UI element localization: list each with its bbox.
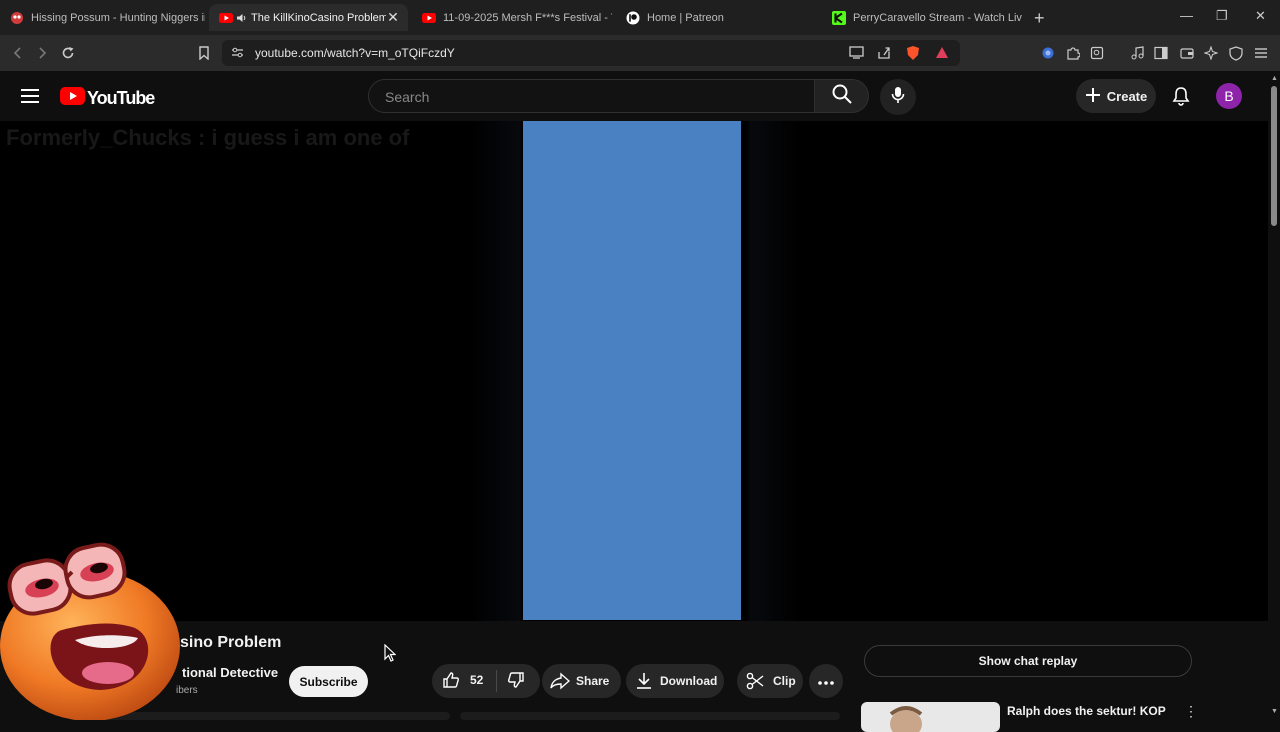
clip-button[interactable]: Clip	[737, 664, 803, 698]
browser-tab-3[interactable]: 11-09-2025 Mersh F***s Festival - Yo	[412, 4, 612, 31]
like-divider	[496, 670, 498, 692]
share-arrow-icon	[550, 672, 570, 690]
browser-tab-4[interactable]: Home | Patreon	[616, 4, 816, 31]
dislike-button[interactable]	[507, 671, 525, 692]
create-button[interactable]: Create	[1076, 79, 1156, 113]
reload-icon[interactable]	[60, 45, 76, 61]
search-button[interactable]	[815, 79, 869, 113]
scissors-icon	[746, 672, 764, 690]
youtube-favicon-icon	[219, 11, 233, 25]
youtube-logo[interactable]: YouTube	[60, 87, 155, 110]
recommended-video-title[interactable]: Ralph does the sektur! KOP	[1007, 704, 1166, 718]
tab-label: Hissing Possum - Hunting Niggers in	[31, 11, 205, 24]
share-page-icon[interactable]	[877, 46, 891, 65]
description-area-edge	[460, 712, 840, 720]
subscribe-button[interactable]: Subscribe	[289, 666, 368, 697]
youtube-play-logo-icon	[60, 87, 85, 110]
youtube-header: YouTube Create B	[0, 71, 1280, 121]
page-scrollbar[interactable]: ▲ ▼	[1268, 71, 1280, 720]
video-player[interactable]: Formerly_Chucks : i guess i am one of	[0, 121, 1268, 621]
voice-search-button[interactable]	[880, 79, 916, 115]
download-label: Download	[660, 674, 718, 688]
address-bar[interactable]: youtube.com/watch?v=m_oTQiFczdY	[222, 40, 960, 66]
bookmark-icon[interactable]	[196, 45, 212, 61]
audio-playing-icon[interactable]	[237, 11, 247, 25]
kick-favicon-icon	[832, 10, 846, 25]
cast-icon[interactable]	[849, 46, 864, 64]
new-tab-icon[interactable]: +	[1034, 8, 1045, 29]
browser-menu-icon[interactable]	[1253, 45, 1269, 61]
sidebar-toggle-icon[interactable]	[1153, 45, 1169, 61]
like-dislike-group: 52	[432, 664, 540, 698]
mouse-cursor-icon	[384, 643, 397, 667]
search-icon	[832, 84, 852, 109]
tab-label: Home | Patreon	[647, 11, 724, 24]
extensions-icon[interactable]	[1065, 45, 1081, 61]
download-button[interactable]: Download	[626, 664, 724, 698]
thumbs-up-icon	[442, 671, 460, 692]
browser-toolbar: youtube.com/watch?v=m_oTQiFczdY	[0, 35, 1280, 72]
scroll-up-arrow-icon[interactable]: ▲	[1271, 75, 1278, 82]
create-label: Create	[1106, 88, 1148, 104]
share-label: Share	[576, 674, 610, 688]
video-frame-blue-panel	[523, 121, 741, 620]
tab-label: The KillKinoCasino Problem -	[251, 11, 386, 24]
search-input[interactable]	[383, 88, 787, 106]
youtube-logo-text: YouTube	[87, 88, 155, 108]
restore-icon[interactable]: ❐	[1216, 8, 1228, 24]
reader-mode-icon[interactable]	[1089, 45, 1105, 61]
scrollbar-thumb[interactable]	[1271, 86, 1277, 226]
minimize-icon[interactable]: —	[1180, 8, 1193, 23]
channel-name[interactable]: tional Detective	[182, 665, 278, 680]
youtube-favicon-icon	[422, 11, 436, 25]
hamburger-menu-icon[interactable]	[21, 88, 39, 109]
close-window-icon[interactable]: ✕	[1255, 8, 1266, 24]
brave-shields-icon[interactable]	[906, 45, 920, 66]
browser-tab-2-active[interactable]: The KillKinoCasino Problem - ✕	[209, 4, 408, 31]
recommended-video-thumbnail[interactable]	[861, 702, 1000, 732]
site-settings-icon[interactable]	[231, 46, 244, 64]
download-icon	[636, 672, 652, 690]
show-chat-replay-button[interactable]: Show chat replay	[864, 645, 1192, 677]
leo-ai-icon[interactable]	[1203, 45, 1219, 61]
vpn-shield-icon[interactable]	[1228, 45, 1244, 61]
back-icon[interactable]	[10, 45, 26, 61]
like-button[interactable]: 52	[442, 671, 483, 692]
clip-label: Clip	[773, 674, 796, 688]
search-box[interactable]	[368, 79, 815, 113]
share-button[interactable]: Share	[542, 664, 621, 698]
tab-label: 11-09-2025 Mersh F***s Festival - Yo	[443, 11, 612, 24]
video-title: sino Problem	[180, 634, 282, 651]
more-horizontal-icon	[818, 674, 834, 688]
close-tab-icon[interactable]: ✕	[386, 9, 400, 26]
forward-icon[interactable]	[34, 45, 50, 61]
vpn-icon[interactable]	[1040, 45, 1056, 61]
url-text[interactable]: youtube.com/watch?v=m_oTQiFczdY	[255, 46, 455, 60]
wallet-icon[interactable]	[1179, 45, 1195, 61]
microphone-icon	[891, 86, 905, 109]
browser-tab-bar: Hissing Possum - Hunting Niggers in The …	[0, 0, 1280, 35]
more-actions-button[interactable]	[809, 664, 843, 698]
browser-tab-5[interactable]: PerryCaravello Stream - Watch Live o	[822, 4, 1022, 31]
plus-icon	[1085, 87, 1101, 106]
brave-rewards-icon[interactable]	[935, 46, 949, 64]
scroll-down-arrow-icon[interactable]: ▼	[1271, 708, 1278, 715]
possum-favicon-icon	[10, 11, 24, 25]
media-controls-icon[interactable]	[1129, 45, 1145, 61]
chat-overlay-text: Formerly_Chucks : i guess i am one of	[6, 125, 410, 150]
avatar[interactable]: B	[1216, 83, 1242, 109]
like-count: 52	[470, 672, 484, 687]
tab-label: PerryCaravello Stream - Watch Live o	[853, 11, 1022, 24]
recommended-video-menu-icon[interactable]: ⋮	[1184, 703, 1198, 720]
browser-tab-1[interactable]: Hissing Possum - Hunting Niggers in	[0, 4, 205, 31]
emote-face-overlay	[0, 538, 185, 721]
notifications-bell-icon[interactable]	[1172, 86, 1190, 111]
thumbs-down-icon	[507, 671, 525, 692]
patreon-favicon-icon	[626, 11, 640, 25]
